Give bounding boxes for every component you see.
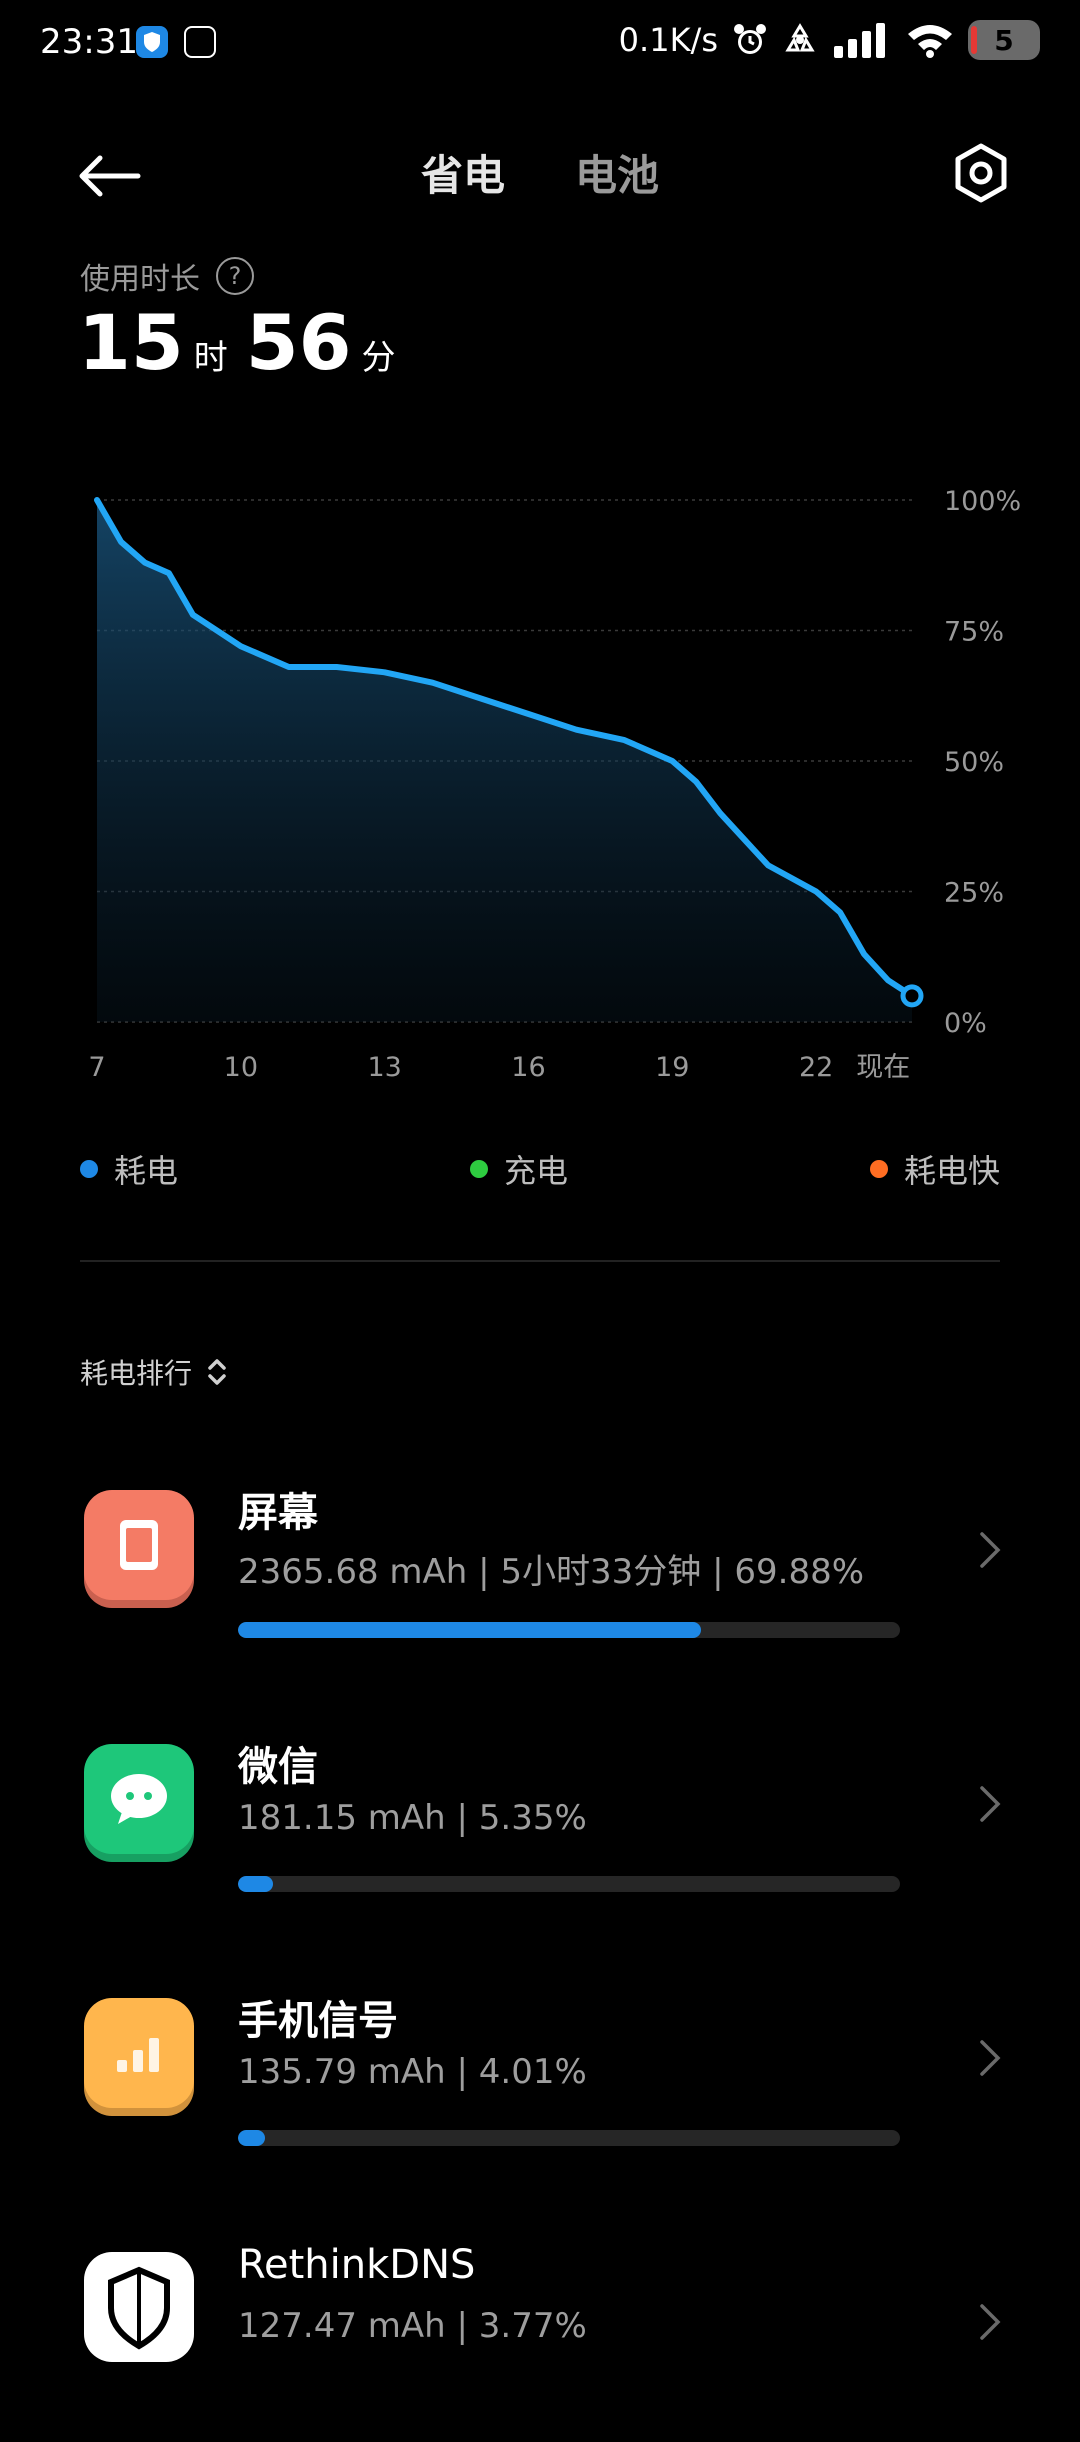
y-tick-label: 25% xyxy=(944,878,1004,909)
wechat-icon xyxy=(84,1744,194,1854)
usage-hours: 15 xyxy=(78,298,184,387)
legend-item-drain: 耗电 xyxy=(80,1146,178,1192)
list-item-phone-signal[interactable]: 手机信号 135.79 mAh | 4.01% xyxy=(0,1968,1080,2188)
settings-gear-icon[interactable] xyxy=(950,142,1012,204)
legend-label-fast-drain: 耗电快 xyxy=(903,1152,1000,1190)
tab-power-saving[interactable]: 省电 xyxy=(421,142,505,203)
usage-duration-value: 15 时 56 分 xyxy=(78,298,404,387)
legend-item-charge: 充电 xyxy=(470,1146,568,1192)
usage-duration-label: 使用时长 ? xyxy=(80,254,254,298)
usage-bar-fill xyxy=(238,2130,265,2146)
status-icons: 0.1K/s 5 xyxy=(619,20,1040,60)
dns-shield-icon xyxy=(84,2252,194,2362)
tab-battery[interactable]: 电池 xyxy=(575,142,659,203)
y-tick-label: 50% xyxy=(944,747,1004,778)
item-name: 屏幕 xyxy=(238,1490,318,1536)
alarm-icon xyxy=(734,24,766,54)
shield-app-icon xyxy=(136,26,168,58)
help-icon[interactable]: ? xyxy=(216,257,254,295)
signal-bars-icon xyxy=(834,23,885,58)
item-name: RethinkDNS xyxy=(238,2242,476,2288)
battery-indicator: 5 xyxy=(968,20,1040,60)
legend-label-charge: 充电 xyxy=(504,1152,569,1190)
chevron-right-icon xyxy=(980,1532,1001,1568)
x-tick-label: 16 xyxy=(511,1052,545,1083)
ranking-label: 耗电排行 xyxy=(80,1357,193,1390)
header-tabs: 省电 电池 xyxy=(0,142,1080,203)
notification-app-icon xyxy=(184,26,216,58)
battery-level-chart: 100% 75% 50% 25% 0% 7 10 13 16 19 22 现在 xyxy=(88,486,1021,1083)
chevron-right-icon xyxy=(980,1786,1001,1822)
section-divider xyxy=(80,1260,1000,1262)
wifi-icon xyxy=(908,25,952,58)
usage-hours-unit: 时 xyxy=(193,338,228,378)
sort-chevron-icon xyxy=(208,1359,226,1385)
radiation-icon xyxy=(785,23,815,52)
battery-area-fill xyxy=(97,500,912,1022)
x-tick-label: 10 xyxy=(224,1052,258,1083)
usage-minutes-unit: 分 xyxy=(361,338,396,378)
x-tick-label: 7 xyxy=(88,1052,105,1083)
list-item-screen[interactable]: 屏幕 2365.68 mAh | 5小时33分钟 | 69.88% xyxy=(0,1460,1080,1680)
chevron-right-icon xyxy=(980,2040,1001,2076)
legend-dot-fast-drain xyxy=(869,1160,888,1178)
battery-level: 5 xyxy=(994,23,1014,57)
legend-dot-drain xyxy=(80,1160,98,1178)
list-item-rethinkdns[interactable]: RethinkDNS 127.47 mAh | 3.77% xyxy=(0,2222,1080,2442)
x-tick-label: 19 xyxy=(655,1052,689,1083)
usage-label-text: 使用时长 xyxy=(80,262,200,297)
list-item-wechat[interactable]: 微信 181.15 mAh | 5.35% xyxy=(0,1714,1080,1934)
y-tick-label: 100% xyxy=(944,486,1021,517)
battery-low-mark xyxy=(971,26,977,54)
status-bar: 23:31 0.1K/s 5 xyxy=(0,0,1080,90)
legend-item-fast-drain: 耗电快 xyxy=(869,1146,1000,1192)
ranking-sort-toggle[interactable]: 耗电排行 xyxy=(80,1352,228,1392)
x-tick-label: 13 xyxy=(367,1052,401,1083)
usage-bar-track xyxy=(238,2130,900,2146)
legend-label-drain: 耗电 xyxy=(114,1152,179,1190)
usage-bar-track xyxy=(238,1876,900,1892)
y-tick-label: 75% xyxy=(944,617,1004,648)
item-name: 微信 xyxy=(238,1744,318,1790)
item-name: 手机信号 xyxy=(238,1998,398,2044)
status-time: 23:31 xyxy=(40,22,138,62)
item-detail: 2365.68 mAh | 5小时33分钟 | 69.88% xyxy=(238,1552,865,1592)
item-detail: 135.79 mAh | 4.01% xyxy=(238,2052,587,2092)
signal-icon xyxy=(84,1998,194,2108)
usage-minutes: 56 xyxy=(245,298,352,387)
net-speed: 0.1K/s xyxy=(618,21,718,59)
chart-legend: 耗电 充电 耗电快 xyxy=(80,1146,1000,1196)
current-level-marker xyxy=(900,984,924,1008)
chevron-right-icon xyxy=(980,2304,1001,2340)
y-tick-label: 0% xyxy=(944,1008,987,1039)
screen-icon xyxy=(84,1490,194,1600)
usage-bar-fill xyxy=(238,1622,701,1638)
legend-dot-charge xyxy=(470,1160,488,1178)
x-tick-label: 现在 xyxy=(856,1052,910,1083)
usage-bar-track xyxy=(238,1622,900,1638)
item-detail: 127.47 mAh | 3.77% xyxy=(238,2306,587,2346)
x-tick-label: 22 xyxy=(799,1052,833,1083)
item-detail: 181.15 mAh | 5.35% xyxy=(238,1798,587,1838)
usage-bar-fill xyxy=(238,1876,274,1892)
